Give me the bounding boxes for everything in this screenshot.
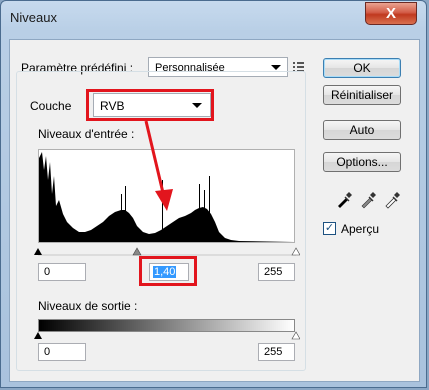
close-button[interactable]: X [365, 2, 417, 25]
output-black-slider[interactable] [34, 332, 42, 339]
close-icon: X [385, 5, 396, 22]
levels-dialog: Niveaux X Paramètre prédéfini : Personna… [0, 0, 427, 388]
options-button[interactable]: Options... [323, 152, 401, 172]
input-white-field[interactable]: 255 [258, 263, 295, 281]
input-levels-label: Niveaux d'entrée : [38, 127, 135, 141]
reset-button[interactable]: Réinitialiser [323, 85, 401, 105]
output-levels-slider[interactable] [34, 331, 300, 341]
output-black-field[interactable]: 0 [38, 343, 86, 361]
preview-label: Aperçu [341, 222, 380, 236]
white-eyedropper-icon[interactable] [383, 191, 401, 209]
annotation-arrow [144, 120, 173, 211]
gamma-slider[interactable] [132, 247, 142, 256]
channel-highlight [86, 89, 214, 121]
input-black-field[interactable]: 0 [38, 263, 86, 281]
gamma-highlight [139, 256, 197, 286]
auto-button[interactable]: Auto [323, 120, 401, 140]
black-point-slider[interactable] [34, 248, 42, 255]
window-title: Niveaux [10, 10, 57, 25]
chevron-down-icon [271, 65, 281, 70]
output-white-field[interactable]: 255 [258, 343, 295, 361]
black-eyedropper-icon[interactable] [335, 191, 353, 209]
output-white-slider[interactable] [291, 331, 300, 340]
ok-button[interactable]: OK [323, 58, 401, 78]
check-icon: ✓ [324, 222, 335, 234]
gray-eyedropper-icon[interactable] [359, 191, 377, 209]
output-levels-label: Niveaux de sortie : [38, 299, 138, 313]
white-point-slider[interactable] [291, 247, 300, 256]
preview-checkbox[interactable]: ✓ [323, 222, 336, 235]
channel-label: Couche [27, 99, 75, 113]
